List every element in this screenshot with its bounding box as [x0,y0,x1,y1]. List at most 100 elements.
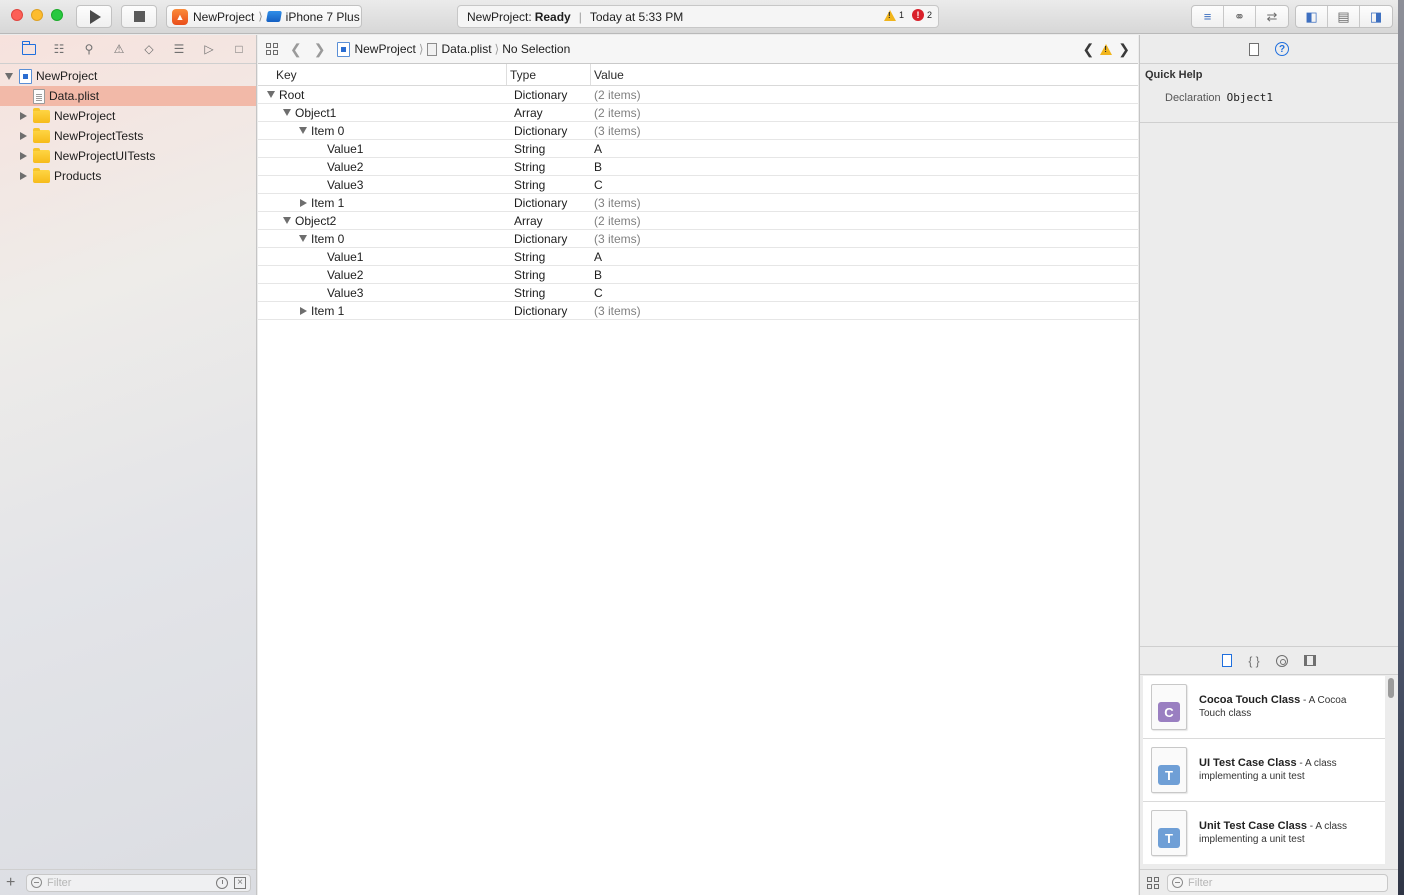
minimize-window-button[interactable] [31,9,43,21]
navigator-filter-input[interactable]: Filter × [26,873,251,892]
issue-indicators[interactable]: 1 ! 2 [883,9,932,21]
scm-filter-icon[interactable]: × [234,876,246,889]
disclosure-triangle-icon[interactable] [298,306,308,316]
column-type[interactable]: Type [507,64,591,85]
tab-test-navigator[interactable]: ◇ [134,39,164,59]
plist-row[interactable]: Item 0 Dictionary (3 items) [258,122,1138,140]
tab-report-navigator[interactable]: □ [224,39,254,59]
recent-files-icon[interactable] [216,876,228,889]
plist-type-cell[interactable]: String [507,178,591,192]
disclosure-triangle-icon[interactable] [298,234,308,244]
plist-value-cell[interactable]: C [591,286,603,300]
plist-value-cell[interactable]: A [591,142,602,156]
tree-item[interactable]: NewProject [0,66,256,86]
plist-value-cell[interactable]: (2 items) [591,214,641,228]
plist-type-cell[interactable]: String [507,250,591,264]
tree-item[interactable]: NewProjectTests [0,126,256,146]
next-issue-icon[interactable]: ❯ [1118,41,1130,58]
library-item[interactable]: C Cocoa Touch Class - A Cocoa Touch class [1143,676,1385,739]
plist-type-cell[interactable]: String [507,160,591,174]
run-button[interactable] [76,5,112,28]
plist-type-cell[interactable]: Array [507,106,591,120]
scheme-selector[interactable]: ▲ NewProject ⟩ iPhone 7 Plus [166,5,362,28]
toggle-debug-area-button[interactable]: ▤ [1328,6,1360,27]
breadcrumb-project[interactable]: NewProject [354,42,415,56]
plist-type-cell[interactable]: Dictionary [507,196,591,210]
plist-value-cell[interactable]: (3 items) [591,304,641,318]
plist-type-cell[interactable]: Dictionary [507,124,591,138]
disclosure-triangle-icon[interactable] [18,171,28,181]
tab-project-navigator[interactable] [14,39,44,59]
zoom-window-button[interactable] [51,9,63,21]
plist-row[interactable]: Value1 String A [258,140,1138,158]
library-item[interactable]: T Unit Test Case Class - A class implemen… [1143,802,1385,864]
plist-row[interactable]: Item 1 Dictionary (3 items) [258,302,1138,320]
plist-value-cell[interactable]: B [591,160,602,174]
tab-source-control[interactable]: ☷ [44,39,74,59]
plist-value-cell[interactable]: (3 items) [591,196,641,210]
back-arrow-icon[interactable]: ❮ [290,41,302,58]
plist-row[interactable]: Item 0 Dictionary (3 items) [258,230,1138,248]
forward-arrow-icon[interactable]: ❯ [314,41,326,58]
disclosure-triangle-icon[interactable] [18,151,28,161]
plist-value-cell[interactable]: B [591,268,602,282]
breadcrumb-selection[interactable]: No Selection [502,42,570,56]
stop-button[interactable] [121,5,157,28]
grid-view-icon[interactable] [1147,876,1159,889]
related-items-icon[interactable] [266,43,278,55]
tab-issue-navigator[interactable]: ⚠ [104,39,134,59]
plist-row[interactable]: Value2 String B [258,158,1138,176]
plist-value-cell[interactable]: (3 items) [591,232,641,246]
disclosure-triangle-icon[interactable] [266,90,276,100]
tab-debug-navigator[interactable]: ☰ [164,39,194,59]
plist-value-cell[interactable]: (3 items) [591,124,641,138]
disclosure-triangle-icon[interactable] [282,216,292,226]
plist-value-cell[interactable]: (2 items) [591,106,641,120]
disclosure-triangle-icon[interactable] [18,111,28,121]
assistant-editor-button[interactable]: ⚭ [1224,6,1256,27]
library-filter-input[interactable]: Filter [1167,873,1388,892]
disclosure-triangle-icon[interactable] [298,198,308,208]
plist-row[interactable]: Value2 String B [258,266,1138,284]
code-snippet-library-icon[interactable]: { } [1248,654,1259,668]
tree-item[interactable]: Products [0,166,256,186]
plist-type-cell[interactable]: String [507,286,591,300]
previous-issue-icon[interactable]: ❮ [1083,41,1095,58]
tree-item[interactable]: Data.plist [0,86,256,106]
tree-item[interactable]: NewProjectUITests [0,146,256,166]
plist-row[interactable]: Value1 String A [258,248,1138,266]
plist-row[interactable]: Item 1 Dictionary (3 items) [258,194,1138,212]
plist-type-cell[interactable]: String [507,142,591,156]
add-file-icon[interactable]: + [6,874,20,892]
plist-type-cell[interactable]: Dictionary [507,304,591,318]
plist-row[interactable]: Root Dictionary (2 items) [258,86,1138,104]
media-library-icon[interactable] [1303,655,1316,666]
toggle-utilities-button[interactable]: ◨ [1360,6,1392,27]
toggle-navigator-button[interactable]: ◧ [1296,6,1328,27]
column-key[interactable]: Key [258,64,507,85]
file-template-library-icon[interactable] [1222,654,1233,667]
tree-item[interactable]: NewProject [0,106,256,126]
plist-row[interactable]: Object1 Array (2 items) [258,104,1138,122]
plist-type-cell[interactable]: Dictionary [507,88,591,102]
plist-value-cell[interactable]: C [591,178,603,192]
tab-breakpoint-navigator[interactable]: ▷ [194,39,224,59]
warning-icon[interactable] [1100,44,1113,55]
version-editor-button[interactable]: ⇄ [1256,6,1288,27]
plist-type-cell[interactable]: Dictionary [507,232,591,246]
plist-row[interactable]: Value3 String C [258,284,1138,302]
disclosure-triangle-icon[interactable] [298,126,308,136]
close-window-button[interactable] [11,9,23,21]
plist-value-cell[interactable]: (2 items) [591,88,641,102]
breadcrumb-file[interactable]: Data.plist [442,42,492,56]
plist-type-cell[interactable]: String [507,268,591,282]
file-inspector-icon[interactable] [1249,42,1259,56]
standard-editor-button[interactable]: ≡ [1192,6,1224,27]
plist-row[interactable]: Object2 Array (2 items) [258,212,1138,230]
column-value[interactable]: Value [591,64,624,85]
disclosure-triangle-icon[interactable] [282,108,292,118]
quick-help-icon[interactable]: ? [1275,42,1289,56]
plist-row[interactable]: Value3 String C [258,176,1138,194]
plist-value-cell[interactable]: A [591,250,602,264]
object-library-icon[interactable] [1275,654,1288,667]
